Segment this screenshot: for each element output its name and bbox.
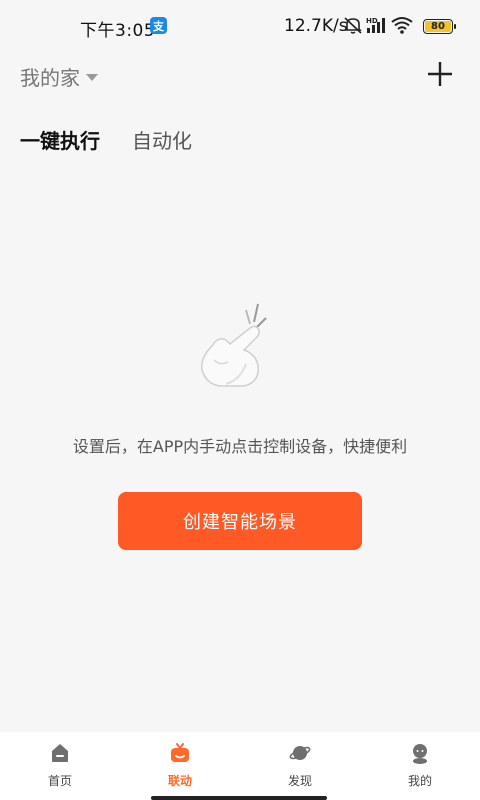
svg-text:HD: HD [366, 17, 378, 25]
tap-hand-icon [200, 303, 267, 387]
network-speed: 12.7K/s [284, 16, 348, 36]
status-icons: HD [343, 16, 413, 34]
nav-label-discover: 发现 [287, 774, 312, 788]
status-bar: 下午3:05 支 12.7K/s HD 80 [0, 0, 480, 52]
nav-item-linkage[interactable]: 联动 [120, 732, 240, 800]
planet-icon [289, 746, 311, 760]
empty-state-description: 设置后，在APP内手动点击控制设备，快捷便利 [72, 437, 408, 456]
tab-one-click[interactable]: 一键执行 [20, 125, 100, 154]
create-smart-scene-button[interactable]: 创建智能场景 [118, 492, 362, 550]
nav-label-home: 首页 [47, 774, 72, 788]
nav-item-home[interactable]: 首页 [0, 732, 120, 800]
wifi-icon [391, 17, 413, 34]
add-scene-button[interactable] [426, 60, 454, 88]
linkage-icon [171, 743, 189, 762]
scene-tabs: 一键执行 自动化 [20, 125, 192, 154]
battery-icon: 80 [423, 19, 456, 34]
app-notification-icon: 支 [150, 17, 167, 34]
home-icon [52, 744, 68, 762]
home-selector[interactable]: 我的家 [20, 62, 98, 91]
nav-item-discover[interactable]: 发现 [240, 732, 360, 800]
bottom-nav: 首页 联动 发现 我的 [0, 732, 480, 800]
hd-signal-icon: HD [366, 17, 385, 33]
nav-label-linkage: 联动 [167, 774, 192, 788]
home-indicator[interactable] [151, 796, 327, 800]
nav-label-profile: 我的 [407, 774, 432, 788]
status-time: 下午3:05 [80, 21, 156, 41]
nav-item-profile[interactable]: 我的 [360, 732, 480, 800]
chevron-down-icon [86, 74, 98, 81]
battery-level: 80 [425, 21, 451, 32]
profile-icon [413, 744, 427, 764]
home-name: 我的家 [20, 66, 80, 90]
tab-automation[interactable]: 自动化 [132, 125, 192, 154]
mute-icon [344, 17, 362, 34]
